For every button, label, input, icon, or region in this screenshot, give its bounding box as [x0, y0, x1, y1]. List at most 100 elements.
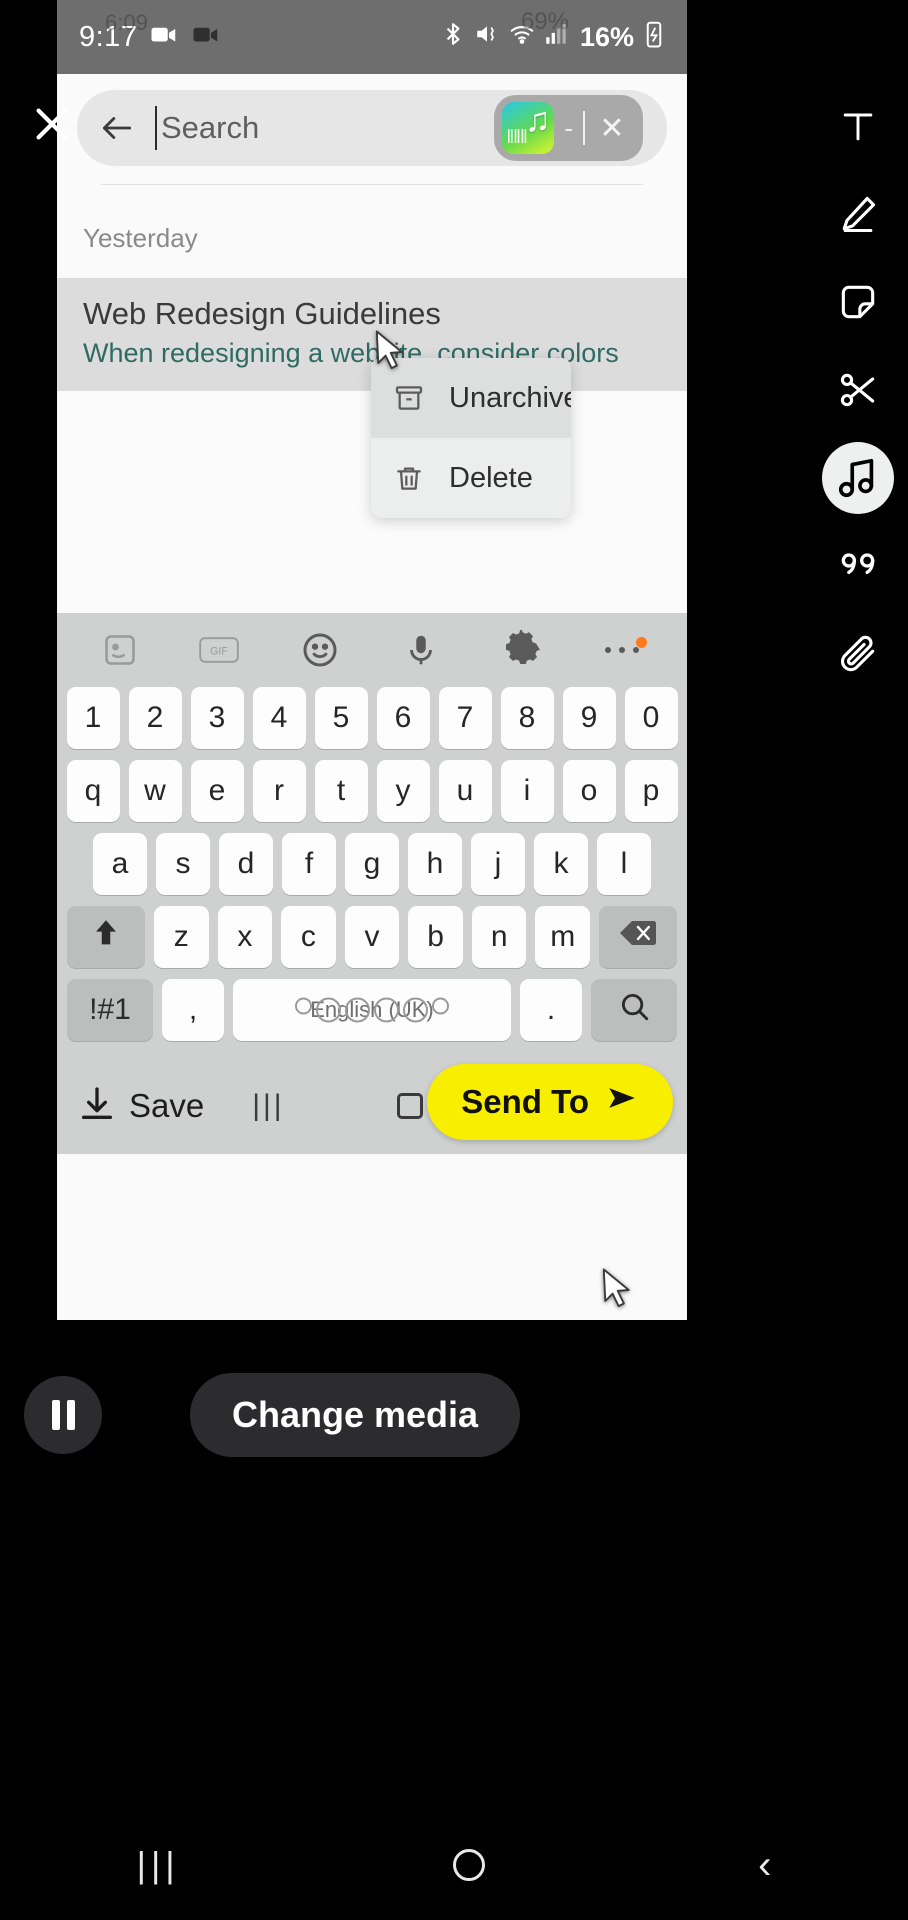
scissors-icon	[836, 368, 880, 412]
emoji-smiley-icon[interactable]	[300, 630, 340, 670]
music-tool-button[interactable]	[822, 442, 894, 514]
key[interactable]: n	[471, 906, 527, 968]
context-menu-label: Unarchive	[449, 381, 571, 414]
comma-key[interactable]: ,	[162, 979, 224, 1041]
editor-tool-rail	[808, 90, 908, 690]
context-menu-item-delete[interactable]: Delete	[371, 438, 571, 518]
keyboard-search-key[interactable]	[591, 979, 677, 1041]
pause-button[interactable]	[24, 1376, 102, 1454]
context-menu-item-unarchive[interactable]: Unarchive	[371, 358, 571, 438]
app-window: 6:09 9:17 69% 16% Search ♫ ‖‖‖ - ✕ Yeste…	[57, 0, 687, 1320]
key[interactable]: b	[408, 906, 463, 968]
key[interactable]: q	[66, 760, 120, 822]
key[interactable]: l	[597, 833, 651, 895]
svg-text:GIF: GIF	[210, 646, 228, 658]
key[interactable]: i	[500, 760, 554, 822]
search-bar[interactable]: Search ♫ ‖‖‖ - ✕	[77, 90, 667, 166]
paperclip-icon	[836, 632, 880, 676]
system-navigation-bar: ||| ‹	[0, 1810, 908, 1920]
key[interactable]: p	[624, 760, 678, 822]
sticker-icon	[836, 280, 880, 324]
home-square-icon[interactable]	[396, 1093, 423, 1119]
space-key[interactable]: English (UK)	[233, 979, 511, 1041]
key[interactable]: k	[534, 833, 588, 895]
key[interactable]: v	[344, 906, 400, 968]
text-tool-button[interactable]	[822, 90, 894, 162]
key[interactable]: 5	[314, 687, 368, 749]
back-chevron-icon[interactable]: ‹	[758, 1843, 771, 1888]
gear-icon[interactable]	[501, 630, 541, 670]
key[interactable]: 9	[562, 687, 616, 749]
trim-tool-button[interactable]	[822, 354, 894, 426]
key[interactable]: a	[93, 833, 147, 895]
sticker-tool-button[interactable]	[822, 266, 894, 338]
recents-bars-icon[interactable]: |||	[137, 1844, 180, 1886]
chip-separator	[583, 111, 585, 145]
close-editor-button[interactable]	[26, 100, 78, 152]
send-to-button[interactable]: Send To	[427, 1064, 673, 1140]
music-note-icon	[835, 455, 881, 501]
key[interactable]: 6	[376, 687, 430, 749]
status-right-icons: 69% 16%	[440, 8, 665, 56]
sticker-square-icon[interactable]	[102, 632, 138, 668]
key[interactable]: y	[376, 760, 430, 822]
home-circle-icon[interactable]	[452, 1849, 485, 1881]
gif-icon[interactable]: GIF	[199, 635, 239, 665]
key[interactable]: 7	[438, 687, 492, 749]
key[interactable]: r	[252, 760, 306, 822]
key[interactable]: w	[128, 760, 182, 822]
attach-tool-button[interactable]	[822, 618, 894, 690]
back-arrow-icon[interactable]	[95, 106, 139, 150]
key[interactable]: u	[438, 760, 492, 822]
chip-note-glyph: ♫	[524, 102, 551, 139]
key[interactable]: 4	[252, 687, 306, 749]
search-icon	[617, 989, 651, 1031]
music-app-icon: ♫ ‖‖‖	[502, 102, 555, 154]
key[interactable]: d	[219, 833, 273, 895]
quote-tool-button[interactable]	[822, 530, 894, 602]
key[interactable]: 8	[500, 687, 554, 749]
key[interactable]: 1	[66, 687, 120, 749]
draw-tool-button[interactable]	[822, 178, 894, 250]
change-media-button[interactable]: Change media	[190, 1373, 521, 1457]
search-input[interactable]: Search	[155, 90, 478, 166]
change-media-label: Change media	[232, 1394, 479, 1435]
close-icon[interactable]: ✕	[595, 111, 629, 146]
mute-vibrate-icon	[473, 21, 501, 54]
key[interactable]: m	[535, 906, 591, 968]
key[interactable]: h	[408, 833, 462, 895]
key[interactable]: 2	[128, 687, 182, 749]
send-arrow-icon	[605, 1081, 639, 1123]
key[interactable]: x	[217, 906, 273, 968]
key[interactable]: s	[156, 833, 210, 895]
key[interactable]: g	[345, 833, 399, 895]
keyboard-row-space: !#1 , English (UK) .	[57, 979, 687, 1052]
key[interactable]: 0	[624, 687, 678, 749]
backspace-key[interactable]	[599, 906, 678, 968]
shift-key[interactable]	[66, 906, 145, 968]
chip-dash: -	[564, 112, 573, 143]
key[interactable]: o	[562, 760, 616, 822]
music-filter-chip[interactable]: ♫ ‖‖‖ - ✕	[494, 95, 643, 161]
overflow-dots-icon[interactable]	[602, 637, 648, 661]
send-to-button-label: Send To	[461, 1083, 589, 1120]
archive-box-icon	[391, 380, 427, 416]
microphone-icon[interactable]	[402, 631, 440, 669]
recents-bars-icon[interactable]: |||	[252, 1089, 284, 1123]
download-save-icon	[77, 1084, 117, 1129]
key[interactable]: z	[153, 906, 209, 968]
symbols-key[interactable]: !#1	[67, 979, 153, 1041]
save-button[interactable]: Save	[77, 1084, 204, 1129]
key[interactable]: c	[281, 906, 336, 968]
context-menu-label: Delete	[449, 461, 533, 494]
ghost-battery: 69%	[520, 8, 569, 35]
bluetooth-icon	[440, 21, 466, 54]
key[interactable]: e	[190, 760, 244, 822]
key[interactable]: t	[314, 760, 368, 822]
period-key[interactable]: .	[520, 979, 582, 1041]
notification-badge	[636, 637, 648, 648]
key[interactable]: 3	[190, 687, 244, 749]
key[interactable]: f	[282, 833, 336, 895]
key[interactable]: j	[471, 833, 525, 895]
screen-root: 6:09 9:17 69% 16% Search ♫ ‖‖‖ - ✕ Yeste…	[0, 0, 908, 1920]
